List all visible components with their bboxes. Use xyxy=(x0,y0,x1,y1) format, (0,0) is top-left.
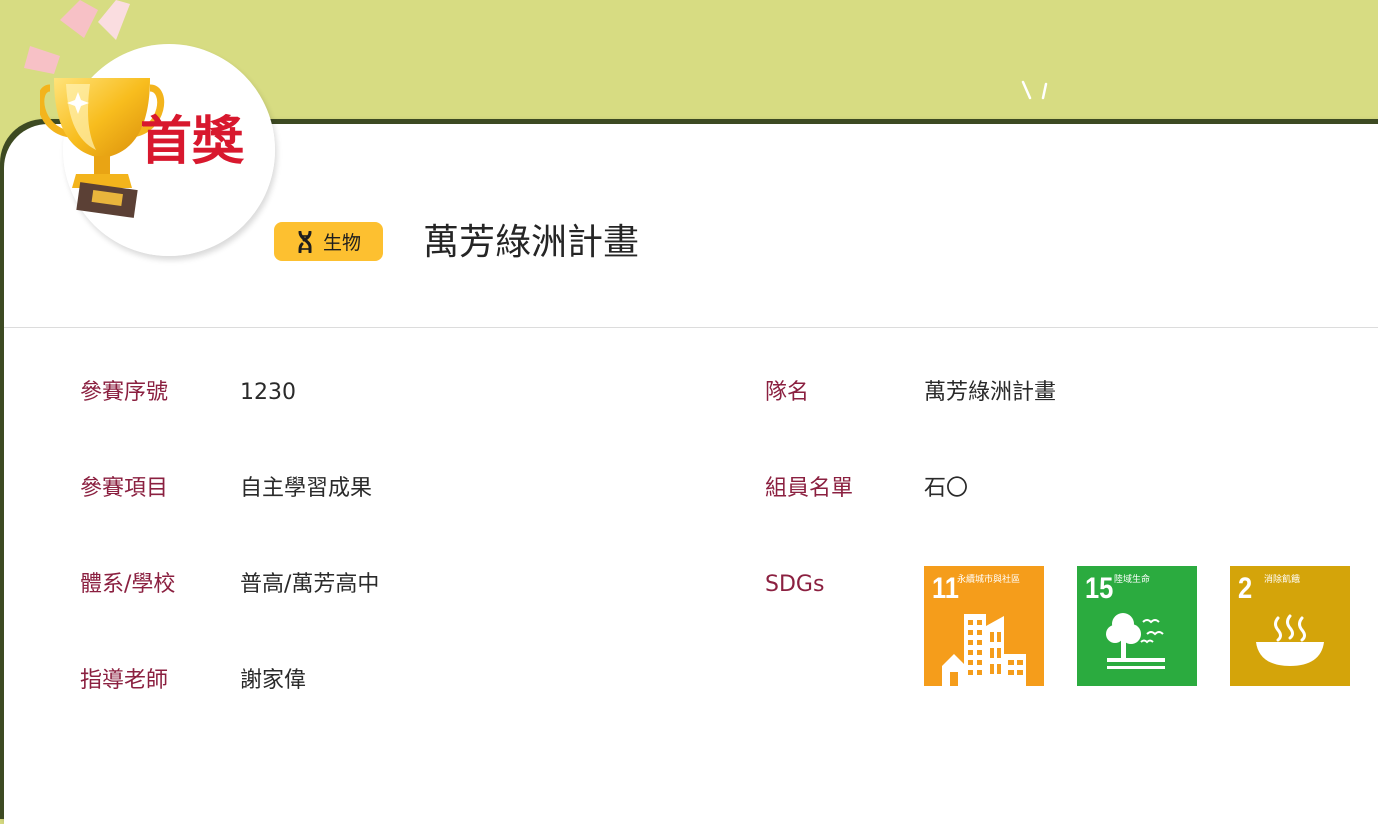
advisor-value: 謝家偉 xyxy=(240,668,307,693)
item-value: 自主學習成果 xyxy=(240,476,373,501)
item-label: 參賽項目 xyxy=(80,476,169,501)
bowl-icon xyxy=(1256,614,1324,666)
serial-label: 參賽序號 xyxy=(80,380,169,405)
sdg-tile-2[interactable]: 2 消除飢餓 xyxy=(1230,566,1350,686)
sparkle-decoration xyxy=(1021,80,1048,100)
school-value: 普高/萬芳高中 xyxy=(240,572,380,597)
category-badge: 生物 xyxy=(274,222,383,261)
sdg-tile-11[interactable]: 11 永續城市與社區 xyxy=(924,566,1044,686)
team-value: 萬芳綠洲計畫 xyxy=(924,380,1057,405)
header-divider xyxy=(4,327,1378,328)
city-icon xyxy=(942,614,1026,686)
sdg-number: 2 xyxy=(1238,572,1253,605)
sdg-name: 陸域生命 xyxy=(1114,575,1151,585)
members-label: 組員名單 xyxy=(765,476,854,501)
school-label: 體系/學校 xyxy=(80,572,176,597)
serial-value: 1230 xyxy=(240,380,296,405)
advisor-label: 指導老師 xyxy=(80,668,169,693)
sdg-number: 15 xyxy=(1085,572,1114,605)
sdgs-label: SDGs xyxy=(765,572,825,597)
members-value: 石〇 xyxy=(924,476,969,501)
award-label: 首獎 xyxy=(140,112,245,172)
sdg-name: 消除飢餓 xyxy=(1264,575,1301,585)
sdg-tile-15[interactable]: 15 陸域生命 xyxy=(1077,566,1197,686)
team-label: 隊名 xyxy=(765,380,810,405)
project-title: 萬芳綠洲計畫 xyxy=(423,222,640,263)
category-label: 生物 xyxy=(322,232,361,254)
dna-icon xyxy=(298,230,312,253)
sdg-name: 永續城市與社區 xyxy=(957,575,1021,585)
tree-icon xyxy=(1106,613,1165,669)
sdg-number: 11 xyxy=(932,572,959,605)
